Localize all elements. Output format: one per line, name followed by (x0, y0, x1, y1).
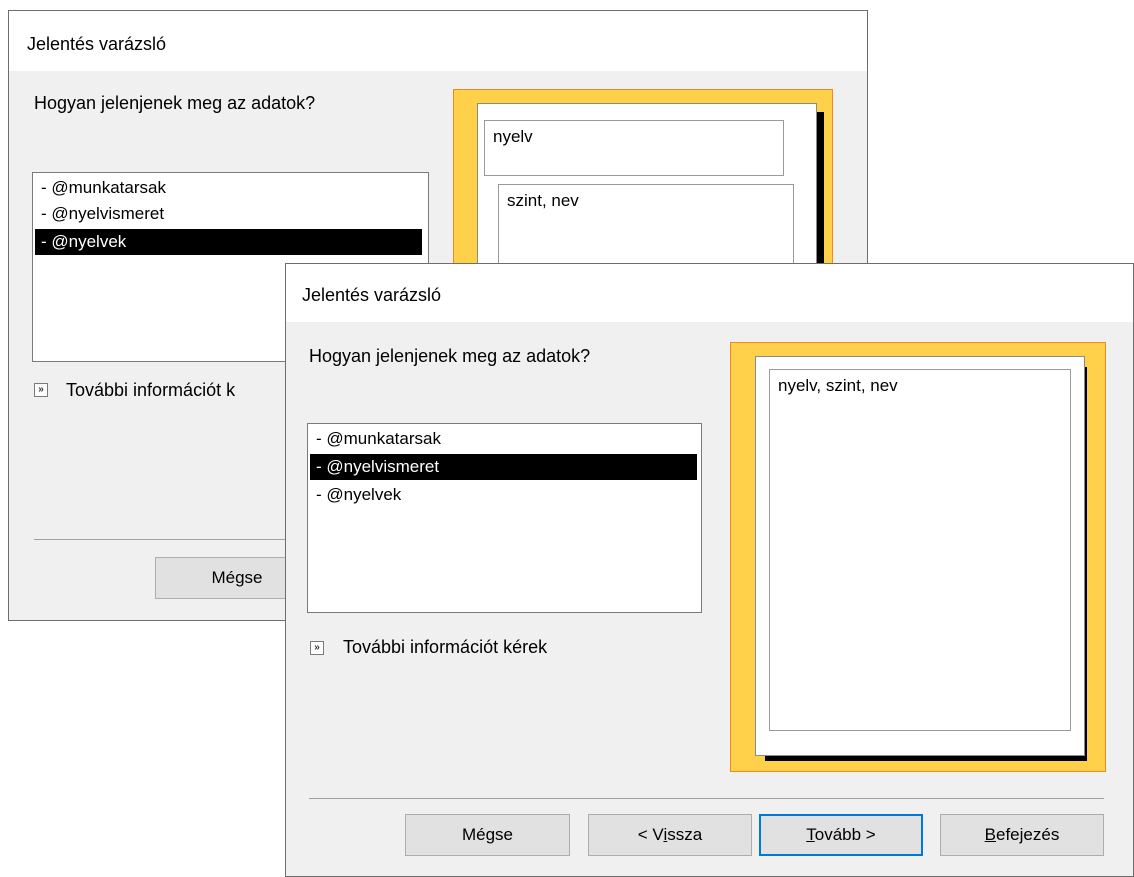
next-label: ovább > (814, 825, 876, 844)
wizard-dialog-front: Jelentés varázsló Hogyan jelenjenek meg … (285, 263, 1134, 877)
more-info-link[interactable]: További információt k (66, 380, 235, 401)
back-label: < V (637, 825, 664, 844)
preview-group-header: nyelv (484, 120, 784, 176)
title-bar[interactable]: Jelentés varázsló (9, 11, 867, 71)
window-title: Jelentés varázsló (302, 285, 442, 305)
list-item[interactable]: - @munkatarsak (35, 175, 426, 201)
separator (309, 798, 1104, 799)
list-item[interactable]: - @munkatarsak (310, 426, 699, 452)
preview-detail: nyelv, szint, nev (769, 369, 1071, 731)
back-button[interactable]: < Vissza (588, 814, 752, 856)
next-accelerator: T (806, 825, 815, 844)
preview-frame: nyelv, szint, nev (730, 342, 1106, 772)
expand-icon[interactable]: » (310, 641, 324, 655)
list-item-selected[interactable]: - @nyelvismeret (310, 454, 697, 480)
cancel-button[interactable]: Mégse (405, 814, 570, 856)
finish-label: efejezés (996, 825, 1060, 844)
question-label: Hogyan jelenjenek meg az adatok? (309, 346, 591, 366)
list-item-selected[interactable]: - @nyelvek (35, 229, 422, 255)
finish-button[interactable]: Befejezés (940, 814, 1104, 856)
next-button[interactable]: Tovább > (759, 814, 923, 856)
table-listbox[interactable]: - @munkatarsak - @nyelvismeret - @nyelve… (307, 423, 702, 613)
preview-paper: nyelv, szint, nev (755, 356, 1085, 756)
back-label-rest: ssza (667, 825, 703, 844)
finish-accelerator: B (984, 825, 996, 844)
list-item[interactable]: - @nyelvek (310, 482, 699, 508)
window-title: Jelentés varázsló (27, 34, 167, 54)
expand-icon[interactable]: » (34, 383, 48, 397)
list-item[interactable]: - @nyelvismeret (35, 201, 426, 227)
question-label: Hogyan jelenjenek meg az adatok? (34, 93, 316, 113)
more-info-link[interactable]: További információt kérek (343, 637, 547, 658)
title-bar[interactable]: Jelentés varázsló (286, 264, 1133, 322)
